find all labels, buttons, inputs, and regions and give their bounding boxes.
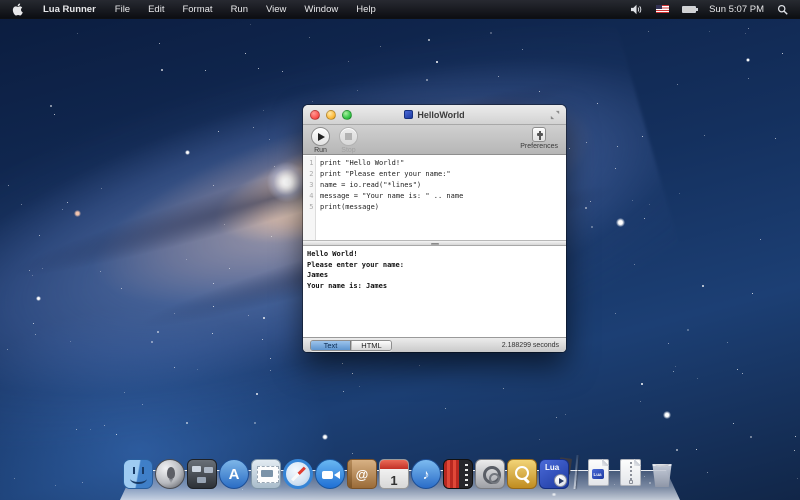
active-app-menu[interactable]: Lua Runner	[33, 4, 106, 15]
mission-control-icon[interactable]	[187, 459, 217, 489]
output-line: Hello World!	[307, 249, 566, 260]
menu-item[interactable]: File	[106, 0, 139, 18]
preferences-button[interactable]: Preferences	[520, 127, 558, 150]
lua-document-badge: Lua	[592, 469, 604, 479]
itunes-icon[interactable]: ♪	[411, 459, 441, 489]
stop-label: Stop	[341, 147, 355, 154]
document-icon	[404, 110, 413, 119]
launchpad-icon[interactable]	[155, 459, 185, 489]
app-store-icon[interactable]: A	[219, 459, 249, 489]
spotlight-icon[interactable]	[777, 4, 788, 15]
code-line: 5 print(message)	[303, 202, 566, 213]
contacts-icon[interactable]: @	[347, 459, 377, 489]
output-line: Your name is: James	[307, 281, 566, 292]
zoom-button[interactable]	[342, 110, 352, 120]
code-line: 1 print "Hello World!"	[303, 158, 566, 169]
code-text: name = io.read("*lines")	[316, 180, 421, 191]
output-mode-segmented-control: Text HTML	[310, 340, 392, 351]
tab-text[interactable]: Text	[311, 341, 351, 350]
fullscreen-icon[interactable]	[550, 110, 560, 120]
line-number: 2	[303, 169, 316, 180]
menu-item[interactable]: Run	[222, 0, 257, 18]
elapsed-time: 2.188299 seconds	[502, 342, 559, 349]
lua-runner-icon[interactable]: Lua	[539, 459, 569, 489]
minimize-button[interactable]	[326, 110, 336, 120]
menu-item[interactable]: Window	[295, 0, 347, 18]
line-number: 4	[303, 191, 316, 202]
mail-icon[interactable]	[251, 459, 281, 489]
code-line: 2 print "Please enter your name:"	[303, 169, 566, 180]
menu-item[interactable]: Format	[173, 0, 221, 18]
preferences-label: Preferences	[520, 143, 558, 150]
imovie-icon[interactable]	[443, 459, 473, 489]
output-line: Please enter your name:	[307, 260, 566, 271]
stop-button[interactable]: Stop	[339, 127, 358, 154]
battery-icon[interactable]	[682, 6, 696, 13]
safari-icon[interactable]	[283, 459, 313, 489]
run-button[interactable]: Run	[311, 127, 330, 154]
input-flag-icon[interactable]	[656, 5, 669, 13]
window-title: HelloWorld	[417, 110, 464, 120]
menu-clock[interactable]: Sun 5:07 PM	[709, 4, 764, 15]
app-window: HelloWorld Run Stop Preferences 1 print …	[303, 105, 566, 352]
stop-icon	[345, 133, 352, 140]
apple-menu[interactable]	[0, 3, 33, 16]
trash-icon[interactable]	[647, 459, 677, 489]
bright-star	[267, 162, 307, 202]
code-editor[interactable]: 1 print "Hello World!" 2 print "Please e…	[303, 156, 566, 240]
line-number: 1	[303, 158, 316, 169]
lua-runner-play-badge	[554, 474, 567, 487]
lua-runner-page-decoration	[558, 457, 572, 475]
tab-html[interactable]: HTML	[351, 341, 391, 350]
line-number: 5	[303, 202, 316, 213]
preferences-icon	[532, 127, 546, 142]
menu-bar: Lua Runner FileEditFormatRunViewWindowHe…	[0, 0, 800, 19]
facetime-icon[interactable]	[315, 459, 345, 489]
code-line: 3 name = io.read("*lines")	[303, 180, 566, 191]
menu-item[interactable]: Help	[347, 0, 385, 18]
volume-icon[interactable]	[630, 4, 643, 15]
close-button[interactable]	[310, 110, 320, 120]
code-text: print "Please enter your name:"	[316, 169, 451, 180]
running-indicator	[551, 493, 557, 496]
code-text: print "Hello World!"	[316, 158, 404, 169]
play-icon	[318, 133, 325, 141]
code-text: print(message)	[316, 202, 379, 213]
dock: A @ 1 ♪ Lua Lua	[120, 467, 680, 500]
splitter-handle-icon	[431, 243, 439, 245]
finder-icon[interactable]	[123, 459, 153, 489]
file-search-utility-icon[interactable]	[507, 459, 537, 489]
output-line: James	[307, 270, 566, 281]
dock-divider	[574, 455, 579, 489]
menu-item[interactable]: Edit	[139, 0, 173, 18]
zip-archive-icon[interactable]	[615, 459, 645, 489]
system-preferences-icon[interactable]	[475, 459, 505, 489]
code-text: message = "Your name is: " .. name	[316, 191, 463, 202]
window-status-bar: Text HTML 2.188299 seconds	[303, 337, 566, 352]
title-bar[interactable]: HelloWorld	[303, 105, 566, 125]
lua-document-icon[interactable]: Lua	[583, 459, 613, 489]
apple-logo-icon	[12, 3, 23, 16]
code-line: 4 message = "Your name is: " .. name	[303, 191, 566, 202]
output-pane[interactable]: Hello World!Please enter your name:James…	[303, 246, 566, 337]
line-number: 3	[303, 180, 316, 191]
run-label: Run	[314, 147, 327, 154]
ical-icon[interactable]: 1	[379, 459, 409, 489]
lua-runner-label: Lua	[545, 463, 559, 472]
menu-item[interactable]: View	[257, 0, 295, 18]
toolbar: Run Stop Preferences	[303, 125, 566, 155]
